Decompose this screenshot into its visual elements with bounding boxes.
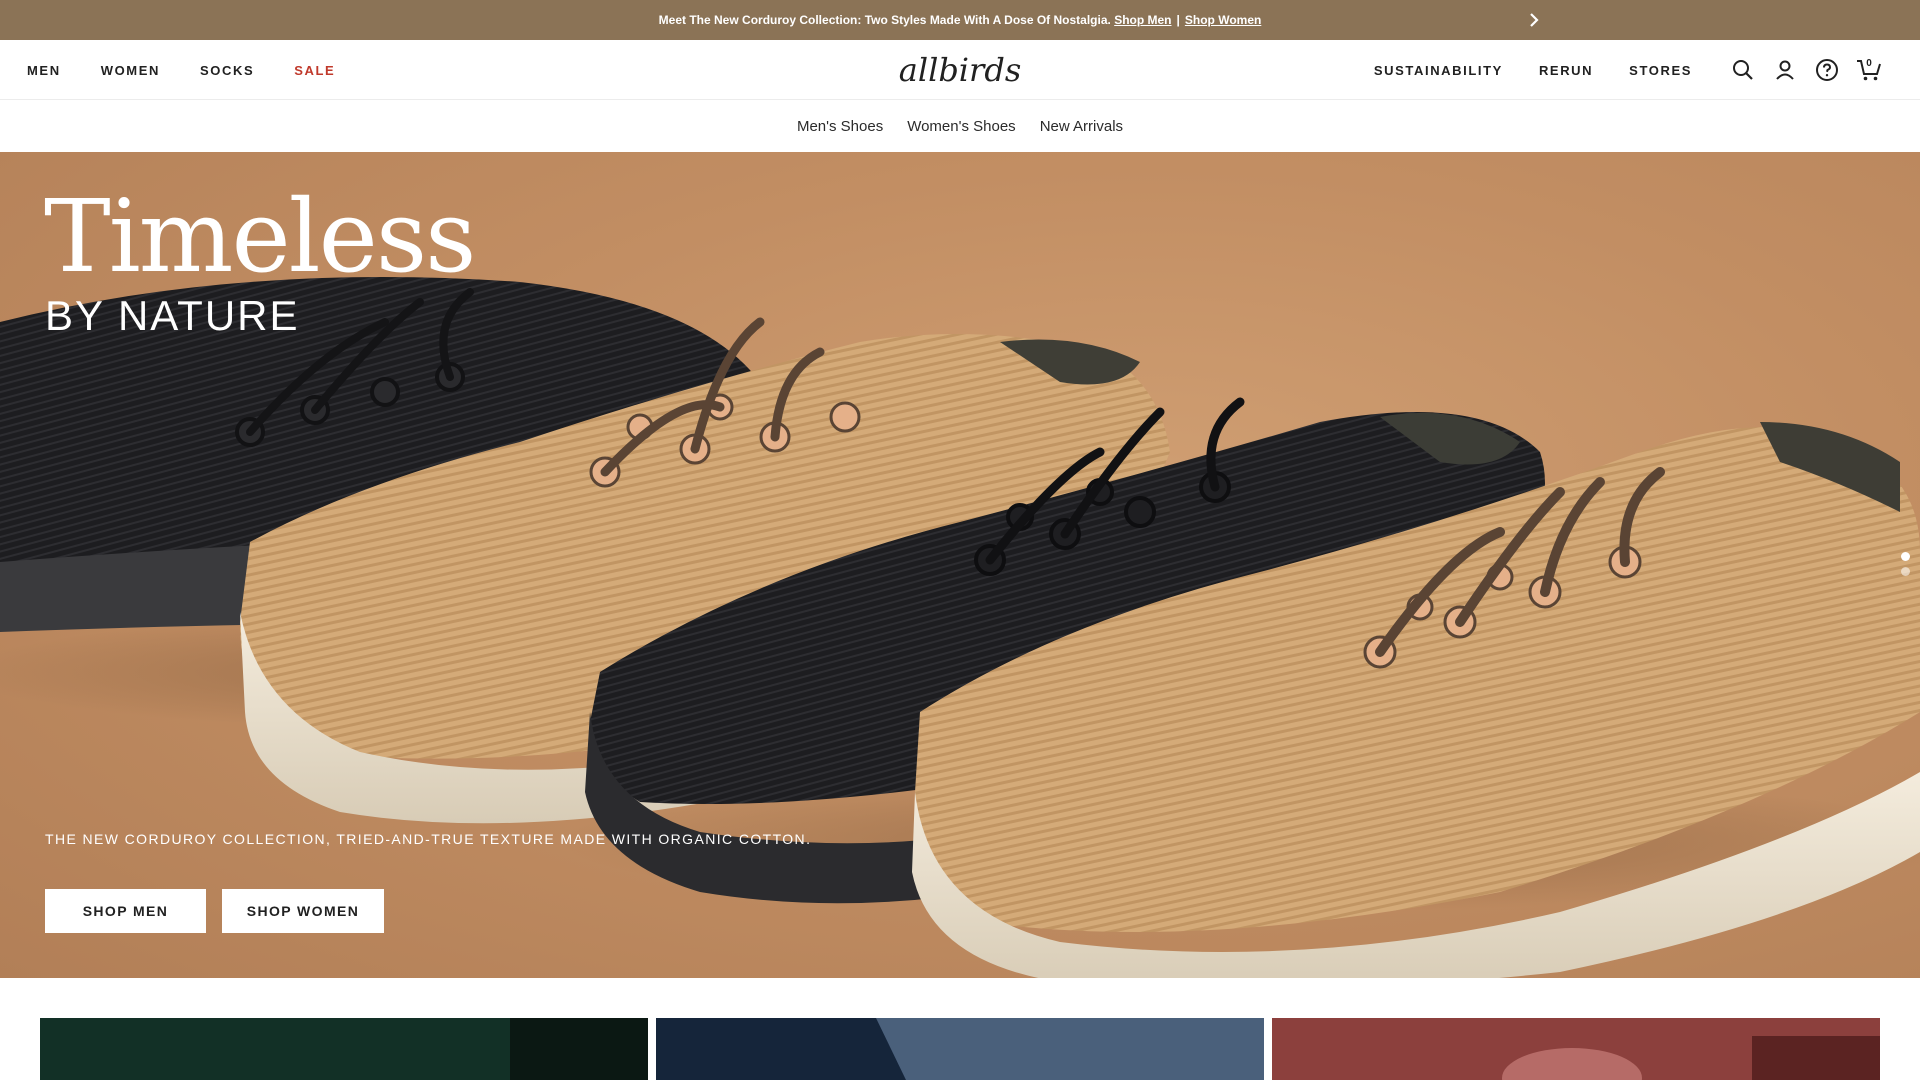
cart-icon[interactable]: 0 [1854,55,1884,85]
carousel-dot[interactable] [1901,552,1910,561]
subnav-new-arrivals[interactable]: New Arrivals [1040,118,1123,135]
nav-men[interactable]: MEN [27,63,61,78]
hero-tagline: THE NEW CORDUROY COLLECTION, TRIED-AND-T… [45,831,812,847]
hero-title: Timeless [44,178,476,295]
carousel-dots [1901,552,1910,582]
shop-men-button[interactable]: SHOP MEN [45,889,206,933]
announcement-separator: | [1176,13,1180,27]
shop-women-button[interactable]: SHOP WOMEN [222,889,384,933]
sub-nav: Men's Shoes Women's Shoes New Arrivals [0,101,1920,152]
subnav-womens-shoes[interactable]: Women's Shoes [907,118,1015,135]
category-tile[interactable] [40,1018,648,1080]
nav-sale[interactable]: SALE [294,63,335,78]
announcement-text: Meet The New Corduroy Collection: Two St… [658,13,1111,27]
hero-subtitle: BY NATURE [45,292,300,339]
chevron-right-icon[interactable] [1523,9,1545,31]
category-tile[interactable] [1272,1018,1880,1080]
nav-stores[interactable]: STORES [1629,63,1692,78]
carousel-dot[interactable] [1901,567,1910,576]
announcement-bar: Meet The New Corduroy Collection: Two St… [0,0,1920,40]
search-icon[interactable] [1728,55,1758,85]
category-tile-image [1272,1018,1880,1080]
category-tile-image [40,1018,648,1080]
announcement-shop-women-link[interactable]: Shop Women [1185,13,1261,27]
nav-sustainability[interactable]: SUSTAINABILITY [1374,63,1503,78]
secondary-nav: SUSTAINABILITY RERUN STORES 0 [1374,40,1920,100]
brand-logo[interactable]: allbirds [899,48,1021,92]
hero-banner: Timeless BY NATURE THE NEW CORDUROY COLL… [0,152,1920,978]
help-icon[interactable] [1812,55,1842,85]
subnav-mens-shoes[interactable]: Men's Shoes [797,118,883,135]
nav-rerun[interactable]: RERUN [1539,63,1593,78]
category-tile-image [656,1018,1264,1080]
cart-count: 0 [1866,58,1872,69]
category-tile[interactable] [656,1018,1264,1080]
announcement-shop-men-link[interactable]: Shop Men [1114,13,1171,27]
main-header: MEN WOMEN SOCKS SALE allbirds SUSTAINABI… [0,40,1920,100]
account-icon[interactable] [1770,55,1800,85]
nav-women[interactable]: WOMEN [101,63,160,78]
primary-nav: MEN WOMEN SOCKS SALE [27,40,335,100]
nav-socks[interactable]: SOCKS [200,63,254,78]
